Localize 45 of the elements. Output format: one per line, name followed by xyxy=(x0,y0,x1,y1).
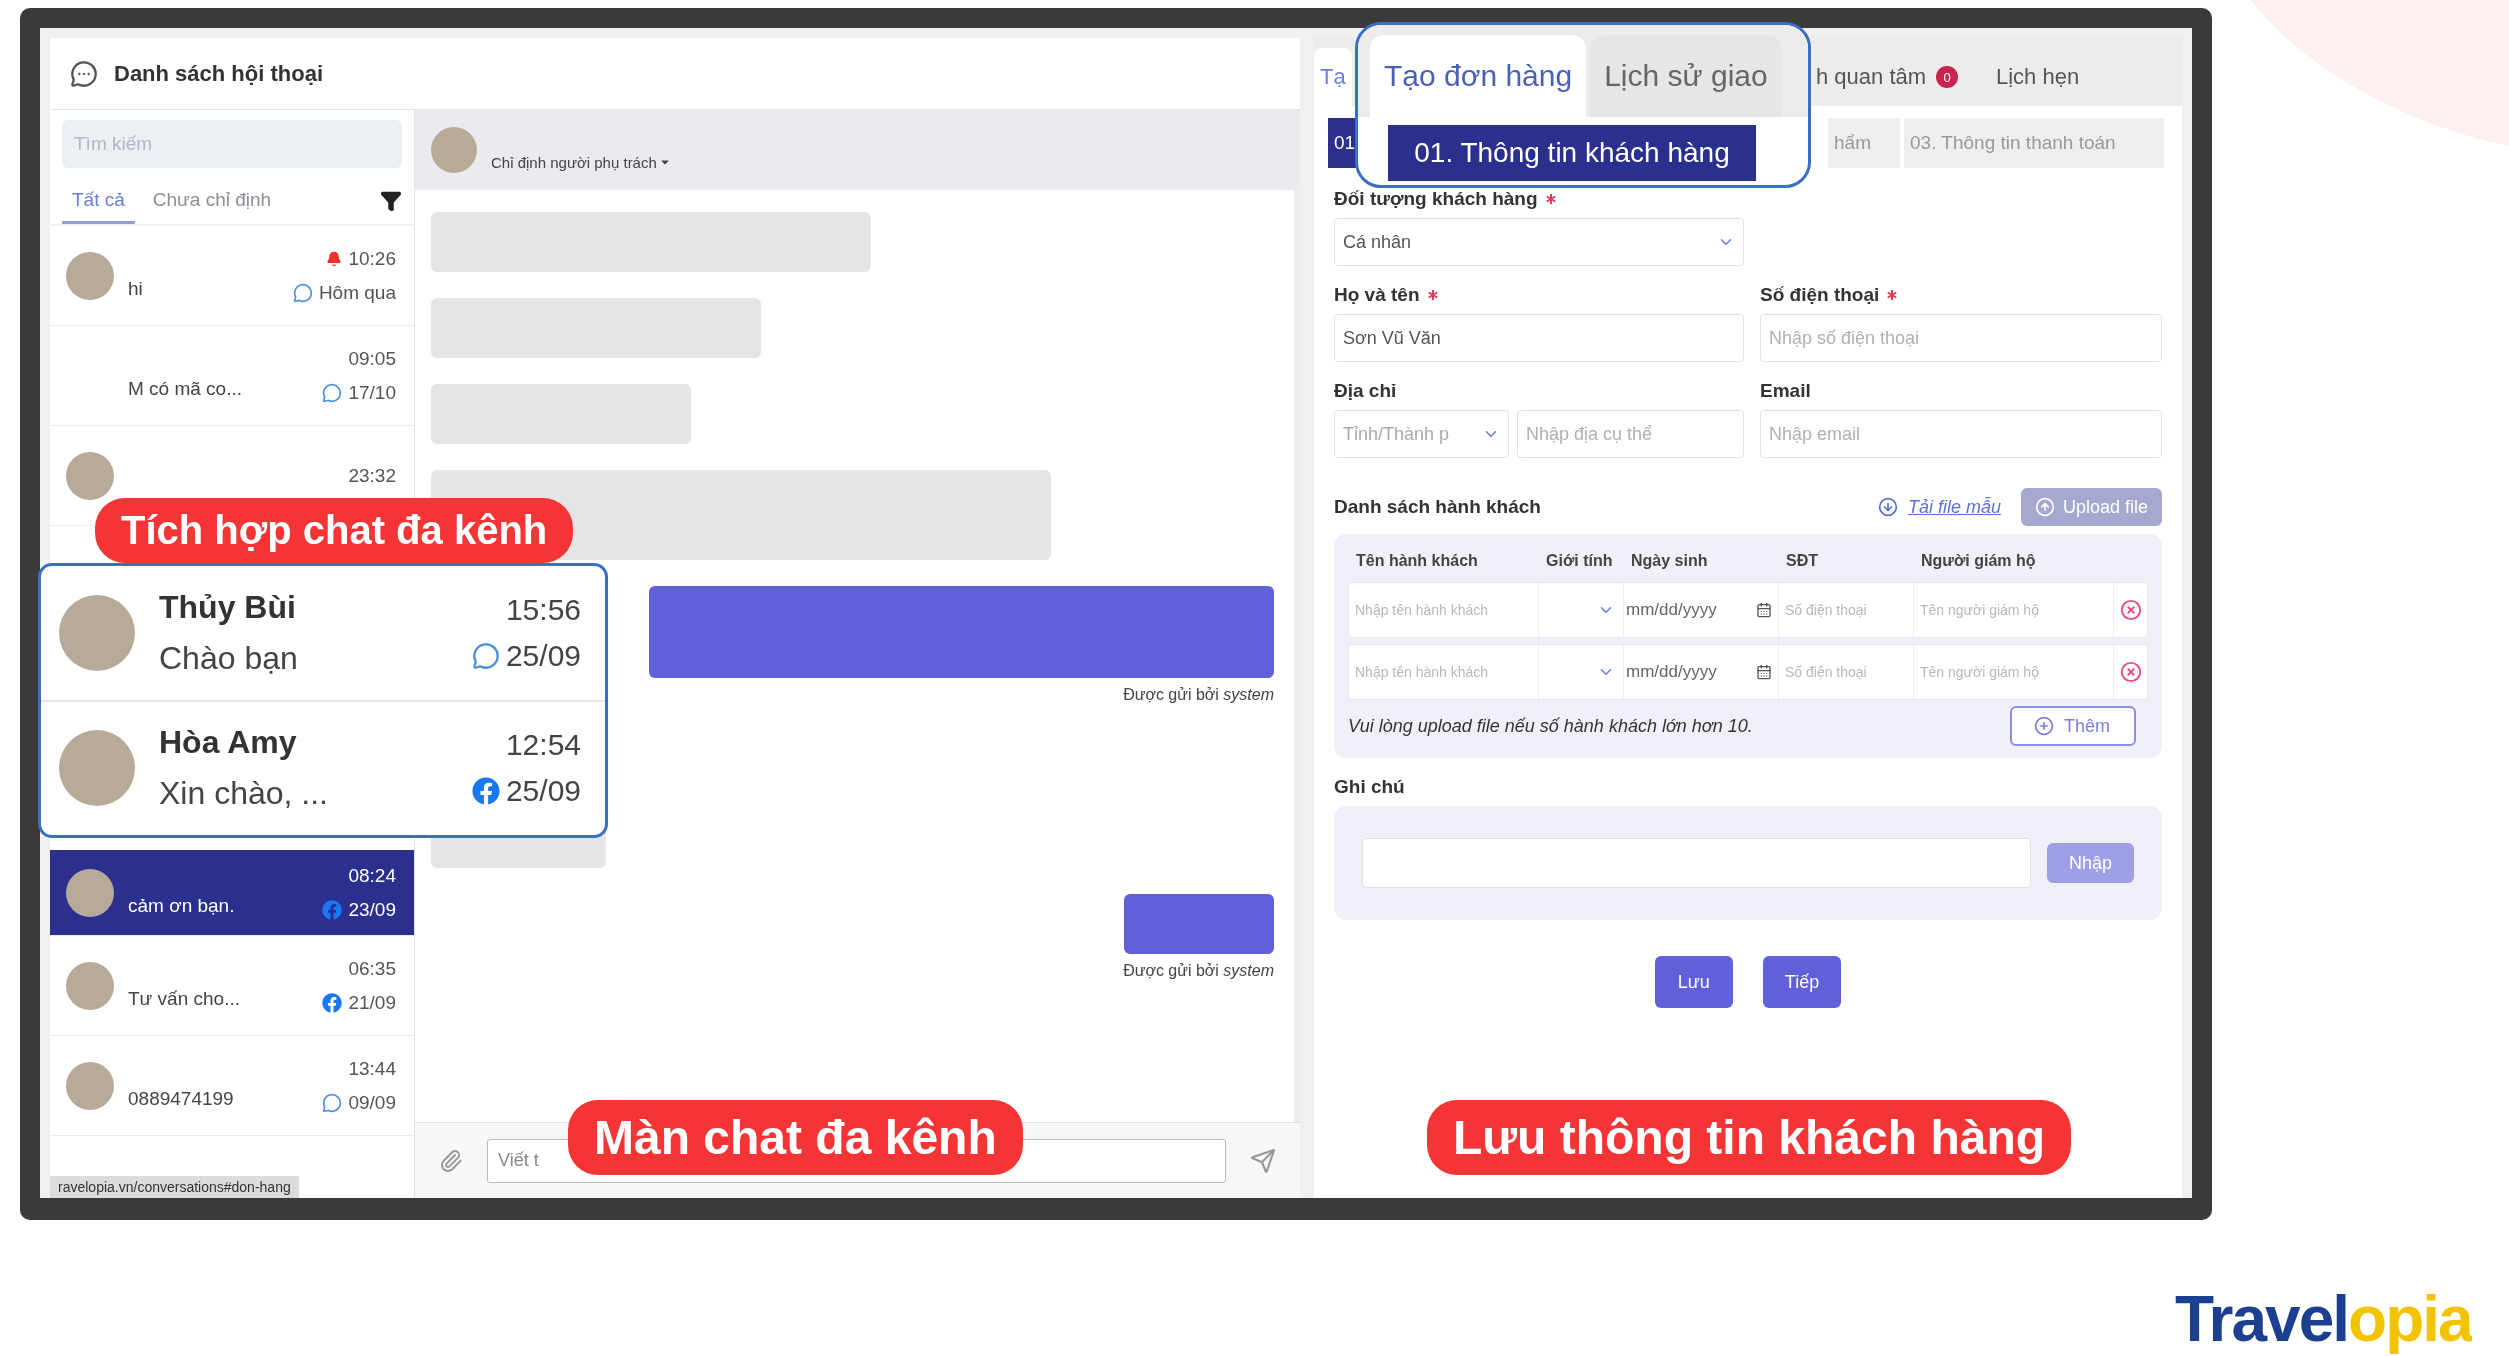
message-date: Hôm qua xyxy=(318,281,396,304)
message-time: 23:32 xyxy=(348,464,396,487)
section-title: Danh sách hành khách xyxy=(1334,496,1542,518)
column-header: Người giám hộ xyxy=(1920,552,2037,570)
callout-tooltip: Tích hợp chat đa kênh xyxy=(95,498,574,563)
message-date: 25/09 xyxy=(505,638,581,673)
sender-caption: Được gửi bởi system xyxy=(1123,686,1274,704)
message-preview: Tư vấn cho... xyxy=(128,986,241,1010)
field-label: Số điện thoại xyxy=(1760,284,2162,306)
message-preview: Chào bạn xyxy=(159,639,299,677)
message-time: 09:05 xyxy=(348,347,396,370)
column-header: Ngày sinh xyxy=(1630,552,1709,570)
column-header: Tên hành khách xyxy=(1355,552,1479,570)
contact-name: Hòa Amy xyxy=(159,724,298,762)
message-date: 25/09 xyxy=(505,774,581,809)
field-label: Họ và tên xyxy=(1334,284,1744,306)
field-label: Ghi chú xyxy=(1334,776,1406,798)
message-preview: M có mã co... xyxy=(128,376,244,400)
message-date: 09/09 xyxy=(348,1091,396,1114)
field-label: Đối tượng khách hàng xyxy=(1334,188,2162,210)
sender-caption: Được gửi bởi system xyxy=(1123,962,1274,980)
contact-name: Thủy Bùi xyxy=(159,588,297,626)
panel-title: Danh sách hội thoại xyxy=(114,60,324,87)
field-label: Địa chỉ xyxy=(1334,380,1398,402)
column-header: SĐT xyxy=(1785,552,1819,570)
message-preview: Xin chào, ... xyxy=(159,775,329,813)
message-time: 12:54 xyxy=(505,728,581,763)
message-time: 08:24 xyxy=(348,864,396,887)
message-preview: hi xyxy=(128,276,144,300)
message-preview: cảm ơn bạn. xyxy=(128,893,236,917)
field-label: Email xyxy=(1760,380,1812,402)
message-date: 23/09 xyxy=(348,898,396,921)
message-time: 15:56 xyxy=(505,592,581,627)
message-preview: 0889474199 xyxy=(128,1086,235,1110)
message-date: 21/09 xyxy=(348,991,396,1014)
message-time: 10:26 xyxy=(348,247,396,270)
status-url: ravelopia.vn/conversations#don-hang xyxy=(50,1176,299,1198)
count-badge: 0 xyxy=(1936,66,1959,88)
callout-tooltip: Lưu thông tin khách hàng xyxy=(1427,1100,2072,1175)
callout-tooltip: Màn chat đa kênh xyxy=(568,1100,1023,1175)
message-date: 17/10 xyxy=(348,381,396,404)
message-time: 06:35 xyxy=(348,957,396,980)
hint-text: Vui lòng upload file nếu số hành khách lớn hơn 10. xyxy=(1348,715,1754,737)
message-time: 13:44 xyxy=(348,1057,396,1080)
column-header: Giới tính xyxy=(1545,552,1614,570)
